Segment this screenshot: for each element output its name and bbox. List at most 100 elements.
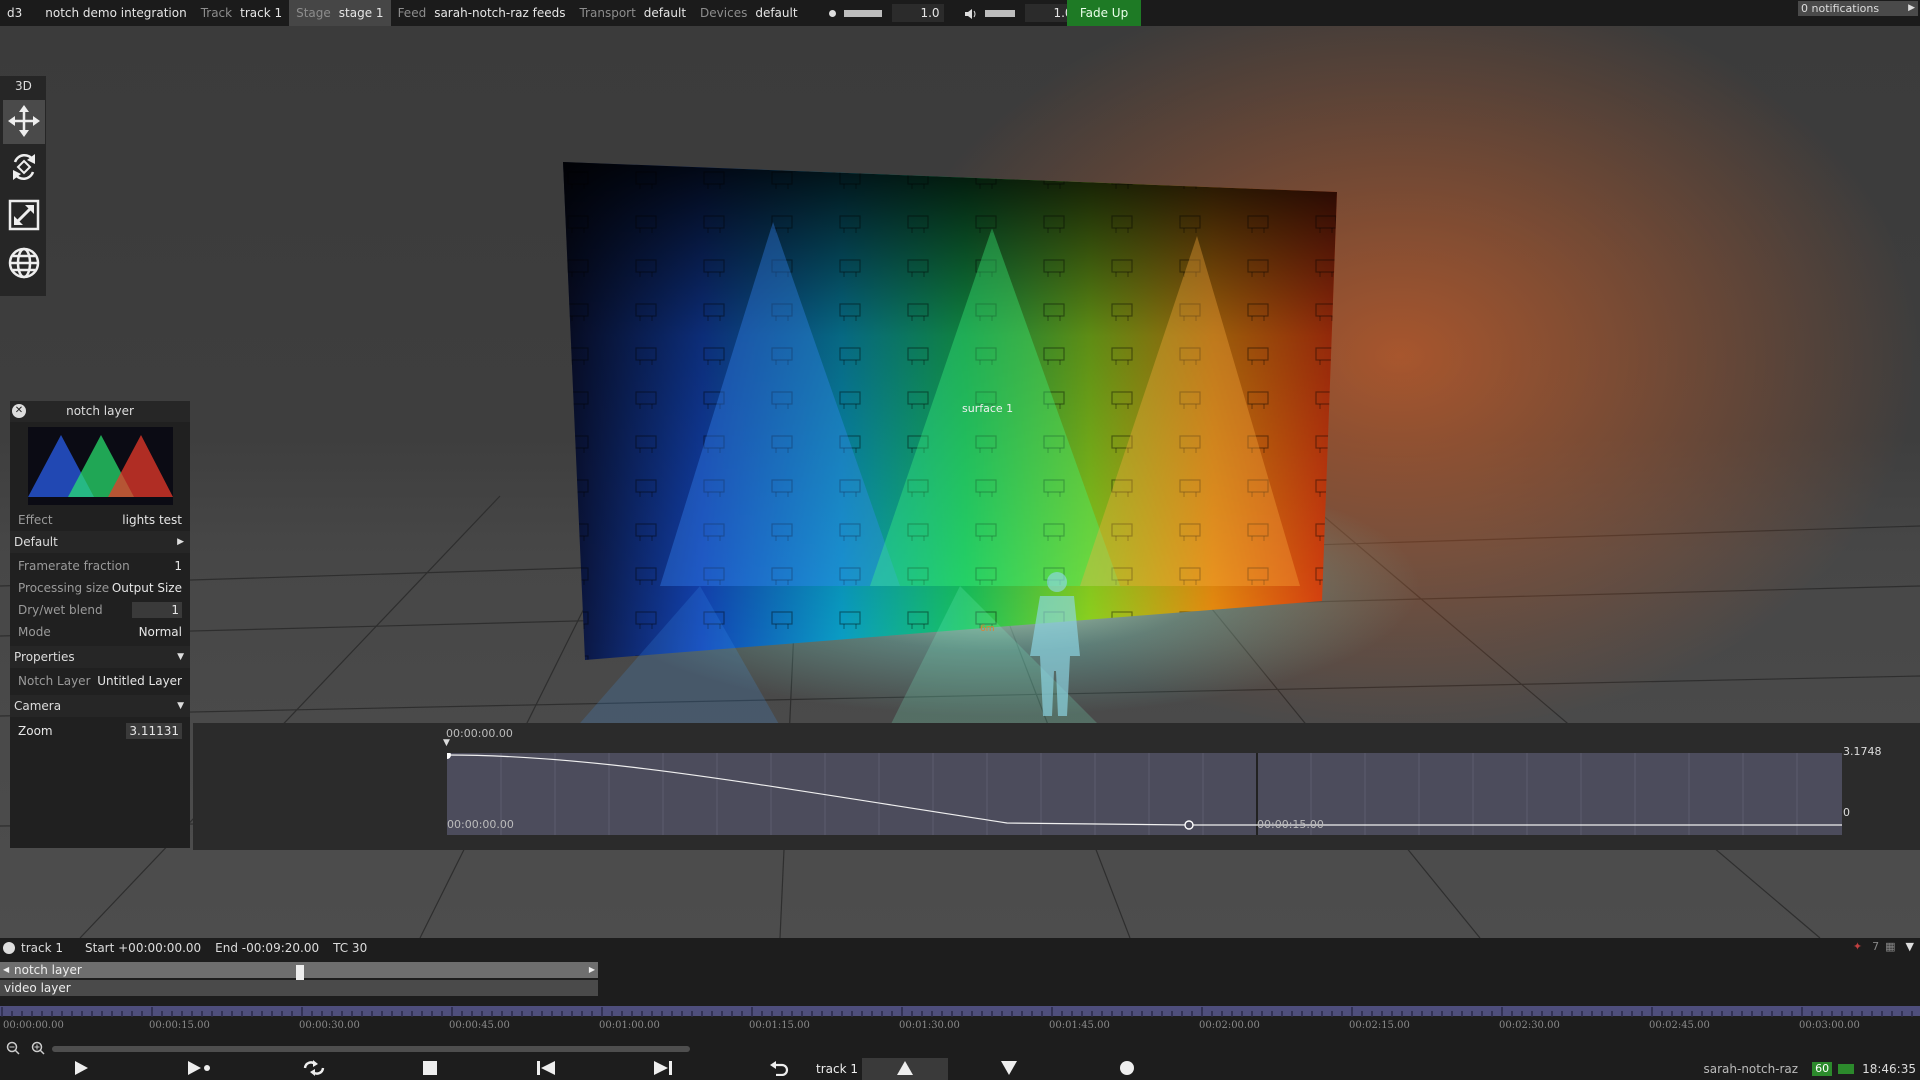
zoom-in-icon[interactable] bbox=[31, 1041, 45, 1058]
world-tool-button[interactable] bbox=[3, 242, 45, 286]
processing-row[interactable]: Processing size Output Size bbox=[10, 577, 190, 599]
layer-bar-video[interactable]: video layer bbox=[0, 980, 598, 996]
default-section-header[interactable]: Default ▶ bbox=[10, 531, 190, 553]
ruler-label: 00:01:45.00 bbox=[1049, 1020, 1110, 1031]
framerate-value: 1 bbox=[174, 559, 182, 573]
grid-icon[interactable]: ▦ bbox=[1885, 940, 1895, 953]
ruler-label: 00:00:45.00 bbox=[449, 1020, 510, 1031]
move-tool-button[interactable] bbox=[3, 100, 45, 144]
curve-min-value: 0 bbox=[1843, 806, 1850, 819]
record-icon bbox=[1119, 1060, 1135, 1079]
playhead-marker-icon[interactable]: ▼ bbox=[443, 738, 450, 748]
drywet-field[interactable]: 1 bbox=[132, 602, 182, 618]
axes-icon[interactable]: ✦ bbox=[1853, 940, 1862, 953]
brightness-slider[interactable] bbox=[843, 9, 882, 17]
app-name[interactable]: d3 bbox=[0, 0, 29, 26]
previous-section-button[interactable] bbox=[535, 1058, 557, 1080]
devices-selector[interactable]: Devices default bbox=[693, 0, 805, 26]
track-label: Track bbox=[200, 6, 233, 20]
ruler-label: 00:00:15.00 bbox=[149, 1020, 210, 1031]
app-label: d3 bbox=[7, 6, 23, 20]
transport-selector[interactable]: Transport default bbox=[572, 0, 693, 26]
feed-label: Feed bbox=[397, 6, 427, 20]
track-up-button[interactable] bbox=[862, 1058, 948, 1080]
stage-value: stage 1 bbox=[338, 6, 384, 20]
stage-label: Stage bbox=[296, 6, 331, 20]
default-section-label: Default bbox=[14, 535, 58, 549]
timeline-start: Start +00:00:00.00 bbox=[85, 941, 202, 955]
top-bar: d3 notch demo integration Track track 1 S… bbox=[0, 0, 1920, 26]
loop-button[interactable] bbox=[300, 1058, 328, 1080]
feed-value: sarah-notch-raz feeds bbox=[434, 6, 566, 20]
play-button[interactable] bbox=[70, 1058, 92, 1080]
ruler-bar bbox=[0, 1006, 1920, 1017]
zoom-row[interactable]: Zoom 3.11131 bbox=[10, 720, 190, 742]
loop-icon bbox=[301, 1059, 327, 1080]
notch-layer-row[interactable]: Notch Layer Untitled Layer bbox=[10, 670, 190, 692]
brightness-value[interactable]: 1.0 bbox=[891, 4, 944, 22]
camera-section-header[interactable]: Camera ▼ bbox=[10, 695, 190, 717]
scale-tool-button[interactable] bbox=[3, 194, 45, 238]
notifications-button[interactable]: 0 notifications ▶ bbox=[1798, 1, 1918, 16]
feed-selector[interactable]: Feed sarah-notch-raz feeds bbox=[391, 0, 573, 26]
close-icon[interactable]: ✕ bbox=[12, 404, 26, 418]
panel-title: notch layer bbox=[66, 404, 134, 418]
layer-properties-panel: ✕ notch layer Effect lights test Default ▶… bbox=[10, 401, 190, 848]
next-section-button[interactable] bbox=[652, 1058, 674, 1080]
stage-selector[interactable]: Stage stage 1 bbox=[289, 0, 391, 26]
effect-row[interactable]: Effect lights test bbox=[10, 509, 190, 531]
play-to-end-button[interactable] bbox=[185, 1058, 213, 1080]
stop-button[interactable] bbox=[420, 1058, 440, 1080]
project-name[interactable]: notch demo integration bbox=[29, 0, 193, 26]
properties-section-header[interactable]: Properties ▼ bbox=[10, 646, 190, 668]
curve-editor: 00:00:00.00 ▼ 3.1748 0 00:00:00.00 00:00… bbox=[193, 723, 1920, 850]
processing-value: Output Size bbox=[111, 581, 182, 595]
framerate-row[interactable]: Framerate fraction 1 bbox=[10, 555, 190, 577]
panel-header: ✕ notch layer bbox=[10, 401, 190, 422]
rotate-tool-button[interactable] bbox=[3, 146, 45, 190]
return-button[interactable] bbox=[768, 1058, 790, 1080]
properties-section-label: Properties bbox=[14, 650, 75, 664]
layer-name-notch: notch layer bbox=[14, 963, 82, 977]
mode-row[interactable]: Mode Normal bbox=[10, 621, 190, 643]
timeline-track-name: track 1 bbox=[21, 941, 63, 955]
floor-marker: 6m bbox=[980, 624, 995, 634]
chevron-down-icon: ▼ bbox=[177, 701, 184, 711]
transport-label: Transport bbox=[579, 6, 636, 20]
fade-up-button[interactable]: Fade Up bbox=[1067, 0, 1141, 26]
transport-value: default bbox=[643, 6, 687, 20]
timeline-ruler[interactable]: 00:00:00.00 00:00:15.00 00:00:30.00 00:0… bbox=[0, 1006, 1920, 1040]
machine-name: sarah-notch-raz bbox=[1703, 1062, 1799, 1076]
keyframe-start[interactable] bbox=[443, 751, 451, 759]
timeline-header: track 1 Start +00:00:00.00 End -00:09:20… bbox=[0, 938, 1920, 958]
record-button[interactable] bbox=[1116, 1058, 1138, 1080]
timeline-scrollbar[interactable] bbox=[52, 1046, 690, 1052]
zoom-label: Zoom bbox=[18, 724, 53, 738]
zoom-out-icon[interactable] bbox=[6, 1041, 20, 1058]
curve-time-top: 00:00:00.00 bbox=[446, 727, 513, 740]
curve-time-mid: 00:00:15.00 bbox=[1257, 818, 1324, 831]
ruler-label: 00:00:00.00 bbox=[3, 1020, 64, 1031]
ruler-label: 00:03:00.00 bbox=[1799, 1020, 1860, 1031]
track-selector[interactable]: Track track 1 bbox=[194, 0, 289, 26]
drywet-row[interactable]: Dry/wet blend 1 bbox=[10, 599, 190, 621]
chevron-down-icon[interactable]: ▼ bbox=[1906, 940, 1914, 953]
d3-window: d3 notch demo integration Track track 1 S… bbox=[0, 0, 1920, 1080]
brightness-control: 1.0 bbox=[805, 0, 951, 26]
camera-section-label: Camera bbox=[14, 699, 62, 713]
zoom-field[interactable]: 3.11131 bbox=[126, 723, 182, 739]
volume-slider[interactable] bbox=[984, 9, 1015, 17]
effect-value: lights test bbox=[122, 513, 182, 527]
ruler-label: 00:01:15.00 bbox=[749, 1020, 810, 1031]
mode-value: Normal bbox=[138, 625, 182, 639]
layer-bar-notch[interactable]: ◀ notch layer ▶ bbox=[0, 962, 598, 983]
curve-graph[interactable] bbox=[443, 751, 1842, 835]
track-down-button[interactable] bbox=[998, 1058, 1020, 1080]
chevron-down-icon: ▼ bbox=[177, 652, 184, 662]
3d-viewport[interactable]: surface 1 6m 3D ✕ notch layer Effect lig… bbox=[0, 26, 1920, 938]
track-info-icon[interactable] bbox=[3, 942, 15, 954]
transport-track-selector[interactable]: track 1 bbox=[812, 1058, 862, 1080]
speaker-icon bbox=[964, 8, 977, 19]
keyframe-end[interactable] bbox=[1184, 820, 1194, 830]
undo-arrow-icon bbox=[769, 1060, 789, 1079]
